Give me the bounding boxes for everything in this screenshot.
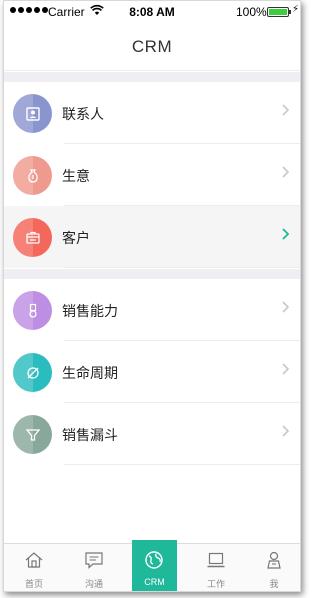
menu-group-sales: 销售能力 生命周期 销售漏斗 <box>4 279 300 465</box>
lifecycle-icon <box>13 353 52 392</box>
tab-bar: 首页 沟通 CRM 工作 我 <box>4 540 300 591</box>
menu-item-label: 生意 <box>62 168 90 184</box>
laptop-icon <box>207 552 225 568</box>
medal-icon <box>13 291 52 330</box>
menu-item-label: 联系人 <box>62 106 104 122</box>
navigation-bar: CRM <box>4 23 300 71</box>
charging-icon: ⚡ <box>292 4 300 15</box>
phone-frame: Carrier 8:08 AM 100% ⚡ CRM 联系人 生意 客户 销售能… <box>3 0 301 592</box>
customer-icon <box>13 218 52 257</box>
chevron-right-icon <box>282 301 290 313</box>
tab-home[interactable]: 首页 <box>12 544 56 591</box>
page-title: CRM <box>131 37 173 56</box>
chevron-right-icon <box>282 228 290 240</box>
menu-item-sales-ability[interactable]: 销售能力 <box>4 279 300 341</box>
tab-label: 首页 <box>24 579 43 589</box>
chevron-right-icon <box>282 104 290 116</box>
menu-item-deals[interactable]: 生意 <box>4 144 300 206</box>
globe-icon <box>145 551 163 569</box>
tab-work[interactable]: 工作 <box>194 544 238 591</box>
status-bar: Carrier 8:08 AM 100% ⚡ <box>4 1 300 23</box>
tab-crm[interactable]: CRM <box>132 540 177 591</box>
menu-item-contacts[interactable]: 联系人 <box>4 82 300 144</box>
menu-item-customers[interactable]: 客户 <box>4 206 300 268</box>
menu-item-label: 销售能力 <box>62 303 118 319</box>
tab-label: 沟通 <box>84 579 103 589</box>
battery-percent: 100% <box>236 5 267 19</box>
menu-item-label: 客户 <box>62 230 90 246</box>
tab-communication[interactable]: 沟通 <box>72 544 116 591</box>
home-icon <box>25 552 43 568</box>
tab-label: CRM <box>144 577 165 587</box>
menu-item-lifecycle[interactable]: 生命周期 <box>4 341 300 403</box>
tab-me[interactable]: 我 <box>252 544 296 591</box>
menu-item-sales-funnel[interactable]: 销售漏斗 <box>4 403 300 465</box>
battery-icon <box>267 7 291 17</box>
profile-icon <box>267 551 281 569</box>
section-separator <box>4 72 300 82</box>
menu-group-crm: 联系人 生意 客户 <box>4 82 300 268</box>
chevron-right-icon <box>282 166 290 178</box>
section-separator <box>4 269 300 279</box>
menu-item-label: 销售漏斗 <box>62 427 118 443</box>
tab-label: 我 <box>269 579 279 589</box>
chat-icon <box>85 552 103 569</box>
menu-item-label: 生命周期 <box>62 365 118 381</box>
chevron-right-icon <box>282 363 290 375</box>
funnel-icon <box>13 415 52 454</box>
contacts-icon <box>13 94 52 133</box>
money-bag-icon <box>13 156 52 195</box>
chevron-right-icon <box>282 425 290 437</box>
tab-label: 工作 <box>206 579 225 589</box>
